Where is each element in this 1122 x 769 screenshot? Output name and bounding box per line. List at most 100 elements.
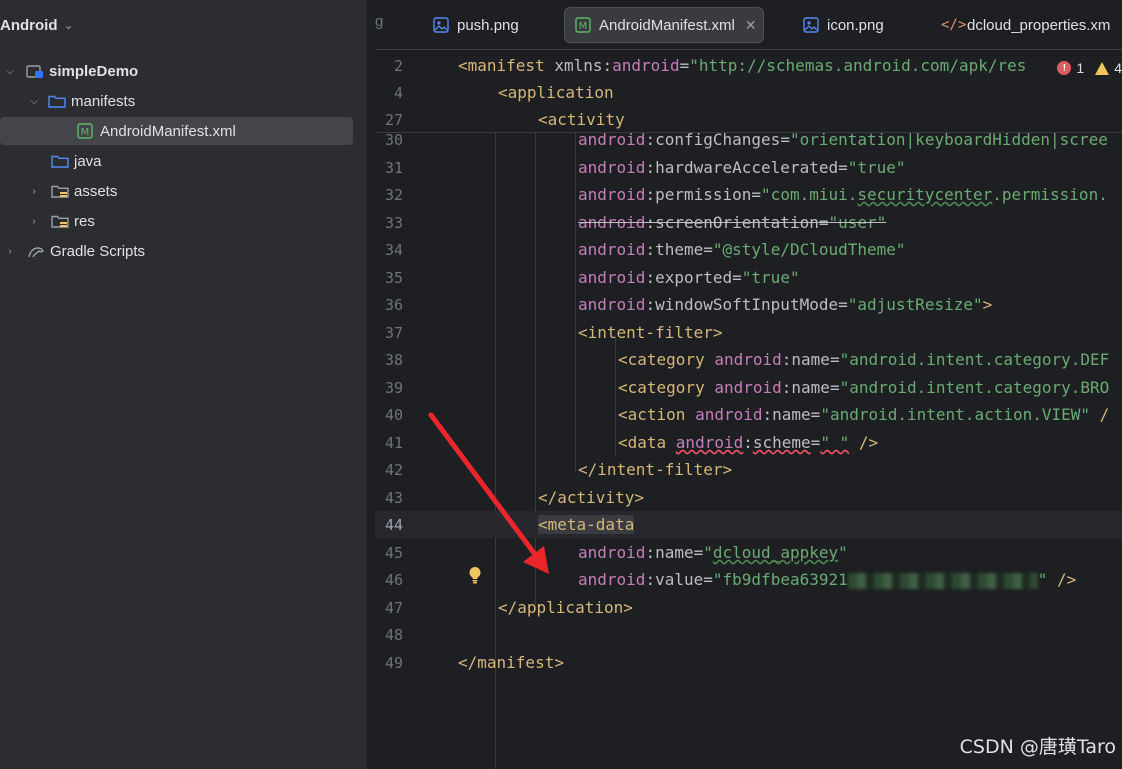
line-number: 46: [384, 570, 403, 589]
error-icon: !: [1057, 61, 1072, 75]
chevron-right-icon[interactable]: ›: [28, 216, 40, 227]
code-line: 46 android:value="fb9dfbea63921 " />: [375, 566, 1122, 593]
code-line: 47 </application>: [375, 594, 1122, 621]
code-line: 39 <category android:name="android.inten…: [375, 374, 1122, 401]
redacted-value: [847, 572, 1038, 589]
sticky-divider: [375, 132, 1122, 133]
editor-tab-bar: g push.png M AndroidManifest.xml ✕ icon.…: [375, 0, 1122, 50]
code-line: 35 android:exported="true": [375, 264, 1122, 291]
line-number: 45: [384, 543, 403, 562]
code-line: 49 </manifest>: [375, 649, 1122, 676]
image-icon: [433, 17, 449, 33]
panel-divider[interactable]: [367, 0, 375, 769]
code-text: <activity: [538, 110, 625, 129]
code-text: android:hardwareAccelerated="true": [578, 158, 906, 177]
folder-icon: [48, 93, 66, 109]
line-number: 43: [384, 488, 403, 507]
tree-item-androidmanifest[interactable]: M AndroidManifest.xml: [0, 116, 367, 146]
sticky-line[interactable]: 2 <manifest xmlns:android="http://schema…: [375, 52, 1122, 79]
line-number: 38: [384, 350, 403, 369]
line-number: 30: [384, 130, 403, 149]
code-text: android:exported="true": [578, 268, 800, 287]
chevron-down-icon[interactable]: ⌵: [4, 66, 16, 77]
tab-label: push.png: [457, 16, 519, 34]
line-number: 31: [384, 158, 403, 177]
error-count: 1: [1076, 60, 1085, 76]
tree-item-label: res: [74, 212, 95, 230]
watermark: CSDN @唐璜Taro: [959, 736, 1116, 758]
svg-text:M: M: [81, 127, 90, 138]
warning-count: 4: [1114, 60, 1122, 76]
tree-item-label: simpleDemo: [49, 62, 139, 80]
folder-icon: [51, 153, 69, 169]
code-text: android:theme="@style/DCloudTheme": [578, 240, 906, 259]
code-text: <meta-data: [538, 515, 635, 534]
tree-item-label: AndroidManifest.xml: [100, 122, 236, 140]
gradle-icon: [27, 243, 45, 259]
chevron-right-icon[interactable]: ›: [4, 246, 16, 257]
sticky-line[interactable]: 4 <application: [375, 79, 1122, 106]
code-line: 41 <data android:scheme=" " />: [375, 429, 1122, 456]
module-icon: [26, 63, 44, 79]
line-number: 37: [384, 323, 403, 342]
tree-item-label: manifests: [71, 92, 136, 110]
tab-partial[interactable]: g: [375, 13, 383, 30]
code-text: <application: [498, 83, 614, 102]
code-line: 48: [375, 621, 1122, 648]
line-number: 42: [384, 460, 403, 479]
chevron-right-icon[interactable]: ›: [28, 186, 40, 197]
line-number: 35: [384, 268, 403, 287]
line-number: 40: [384, 405, 403, 424]
sticky-line[interactable]: 27 <activity: [375, 106, 1122, 133]
code-line: 32 android:permission="com.miui.security…: [375, 181, 1122, 208]
tab-push-png[interactable]: push.png: [433, 7, 519, 43]
line-number: 4: [393, 83, 403, 102]
tree-item-res[interactable]: › res: [0, 206, 367, 236]
tree-item-java[interactable]: java: [0, 146, 367, 176]
tree-item-label: assets: [74, 182, 118, 200]
code-line-current: 44 <meta-data: [375, 511, 1122, 538]
tab-icon-png[interactable]: icon.png: [803, 7, 884, 43]
line-number: 44: [384, 515, 403, 534]
code-editor[interactable]: 30 android:configChanges="orientation|ke…: [375, 50, 1122, 769]
tree-item-gradle-scripts[interactable]: › Gradle Scripts: [0, 236, 367, 266]
code-line: 33 android:screenOrientation="user": [375, 209, 1122, 236]
tab-dcloud-properties[interactable]: </> dcloud_properties.xm: [941, 7, 1110, 43]
xml-icon: </>: [941, 17, 967, 33]
chevron-down-icon: ⌄: [63, 18, 74, 32]
tree-item-assets[interactable]: › assets: [0, 176, 367, 206]
tree-item-simpledemo[interactable]: ⌵ simpleDemo: [0, 56, 367, 86]
resource-folder-icon: [51, 183, 69, 199]
code-line: 34 android:theme="@style/DCloudTheme": [375, 236, 1122, 263]
svg-text:M: M: [579, 21, 588, 32]
project-panel: Android ⌄ ⌵ simpleDemo ⌵ manifests M And…: [0, 0, 367, 769]
line-number: 41: [384, 433, 403, 452]
tab-androidmanifest-xml[interactable]: M AndroidManifest.xml ✕: [564, 7, 764, 43]
code-line: 37 <intent-filter>: [375, 319, 1122, 346]
line-number: 39: [384, 378, 403, 397]
code-text: android:name="dcloud_appkey": [578, 543, 848, 562]
project-view-selector[interactable]: Android ⌄: [0, 0, 367, 50]
code-text: android:windowSoftInputMode="adjustResiz…: [578, 295, 993, 314]
close-icon[interactable]: ✕: [745, 17, 757, 34]
resource-folder-icon: [51, 213, 69, 229]
lightbulb-icon[interactable]: [467, 566, 483, 584]
tab-label: AndroidManifest.xml: [599, 16, 735, 34]
code-text: android:value="fb9dfbea63921 " />: [578, 570, 1077, 589]
code-line: 43 </activity>: [375, 484, 1122, 511]
code-line: 36 android:windowSoftInputMode="adjustRe…: [375, 291, 1122, 318]
tree-item-manifests[interactable]: ⌵ manifests: [0, 86, 367, 116]
code-line: 38 <category android:name="android.inten…: [375, 346, 1122, 373]
tab-label: dcloud_properties.xm: [967, 16, 1111, 34]
code-text: <manifest xmlns:android="http://schemas.…: [458, 56, 1027, 75]
inspection-widget[interactable]: ! 1 4: [1051, 57, 1122, 79]
code-text: <intent-filter>: [578, 323, 723, 342]
tree-item-label: Gradle Scripts: [50, 242, 146, 260]
code-text: <data android:scheme=" " />: [618, 433, 879, 452]
chevron-down-icon[interactable]: ⌵: [28, 96, 40, 107]
code-text: </manifest>: [458, 653, 564, 672]
tab-label: icon.png: [827, 16, 884, 34]
code-text: <category android:name="android.intent.c…: [618, 378, 1110, 397]
tree-item-label: java: [74, 152, 102, 170]
code-text: </intent-filter>: [578, 460, 733, 479]
